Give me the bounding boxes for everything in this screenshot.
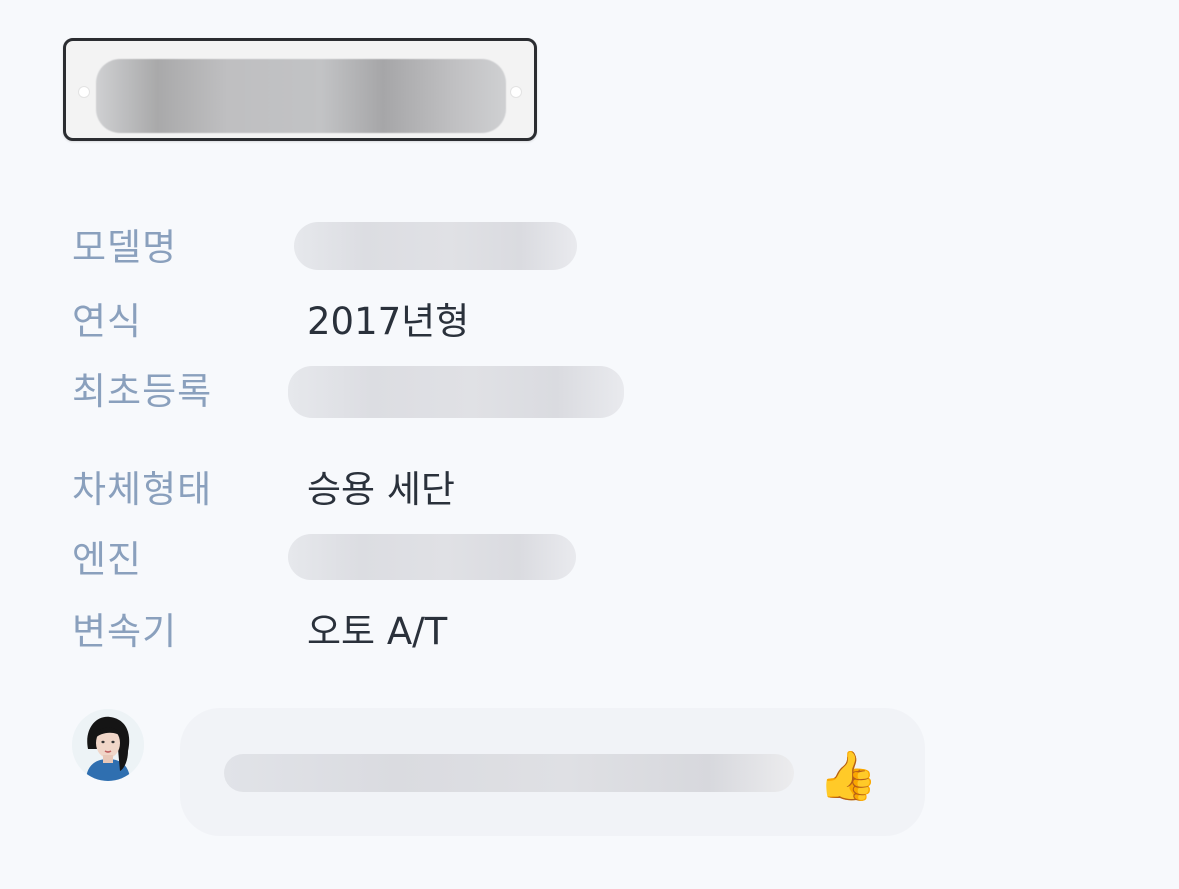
plate-bolt-right bbox=[510, 86, 522, 98]
chat-bubble: 👍 bbox=[180, 708, 925, 836]
spec-label-engine: 엔진 bbox=[72, 538, 143, 581]
license-plate bbox=[63, 38, 537, 141]
spec-label-first-registration: 최초등록 bbox=[72, 370, 213, 413]
spec-label-model: 모델명 bbox=[72, 226, 178, 269]
spec-value-first-registration-redacted bbox=[288, 366, 624, 418]
chat-message-redacted bbox=[224, 754, 794, 792]
spec-value-transmission: 오토 A/T bbox=[307, 610, 448, 653]
spec-value-year: 2017년형 bbox=[307, 300, 470, 343]
spec-value-engine-redacted bbox=[288, 534, 576, 580]
vehicle-info-page: 모델명 연식 2017년형 최초등록 차체형태 승용 세단 엔진 변속기 오토 … bbox=[0, 0, 1179, 889]
spec-label-body-type: 차체형태 bbox=[72, 468, 213, 511]
plate-bolt-left bbox=[78, 86, 90, 98]
spec-label-transmission: 변속기 bbox=[72, 610, 178, 653]
spec-value-model-redacted bbox=[294, 222, 577, 270]
avatar-portrait-icon bbox=[72, 709, 144, 781]
spec-label-year: 연식 bbox=[72, 300, 143, 343]
avatar[interactable] bbox=[72, 709, 144, 781]
thumbs-up-icon: 👍 bbox=[818, 748, 878, 804]
plate-number-redacted bbox=[96, 59, 506, 133]
spec-value-body-type: 승용 세단 bbox=[307, 468, 455, 511]
